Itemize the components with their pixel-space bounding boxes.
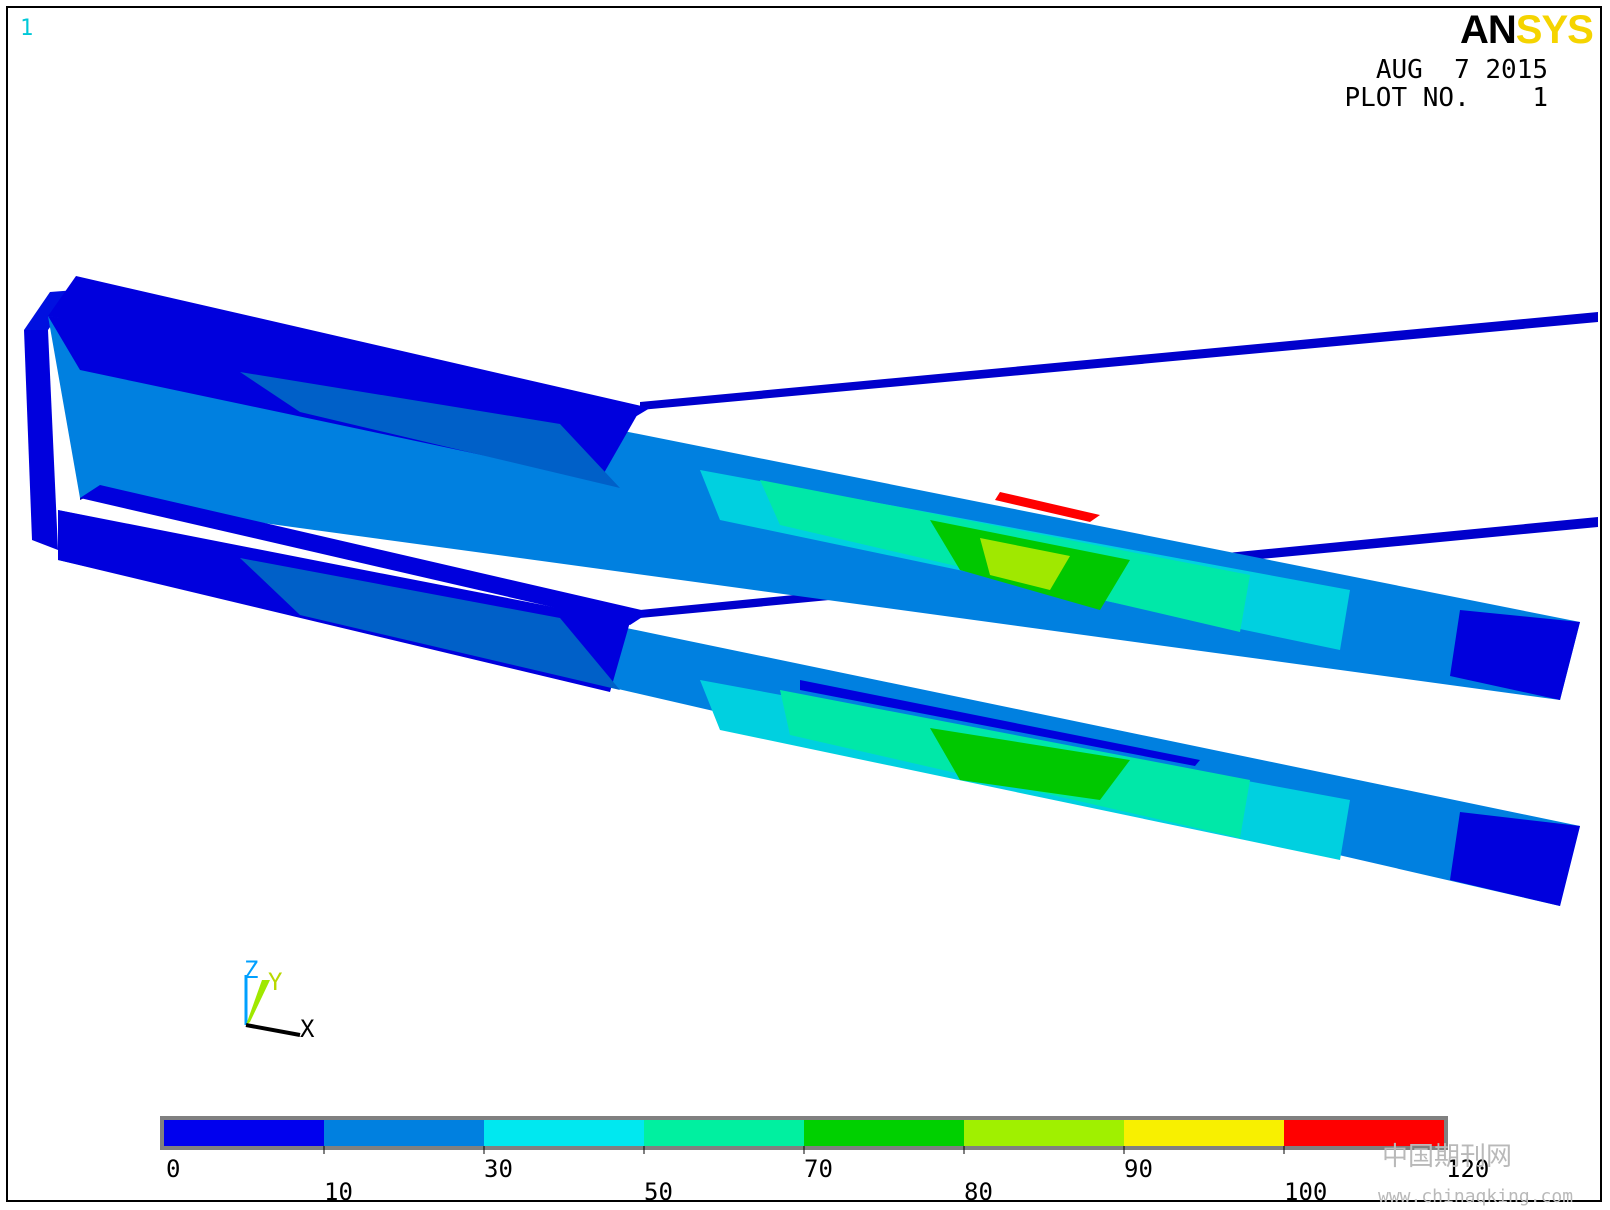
upper-cable (640, 312, 1598, 410)
date-stamp: AUG 7 2015 PLOT NO. 1 (1345, 56, 1549, 112)
triad-z-label: Z (244, 956, 259, 984)
legend-swatch-3 (644, 1120, 804, 1146)
legend-swatch-0 (164, 1120, 324, 1146)
watermark-cn: 中国期刊网 (1382, 1142, 1513, 1172)
legend-label-50: 50 (644, 1178, 673, 1206)
triad-x-label: X (300, 1015, 315, 1043)
watermark-url: www.chinaqking.com (1378, 1186, 1574, 1207)
legend-label-10: 10 (324, 1178, 353, 1206)
x-axis-line (245, 1023, 301, 1037)
legend-swatch-1 (324, 1120, 484, 1146)
legend-swatch-2 (484, 1120, 644, 1146)
plot-number: PLOT NO. 1 (1344, 83, 1549, 113)
legend-label-80: 80 (964, 1178, 993, 1206)
legend-swatch-4 (804, 1120, 964, 1146)
legend-label-0: 0 (166, 1155, 181, 1183)
legend-label-90: 90 (1124, 1155, 1153, 1183)
fea-model-plot (24, 276, 1598, 1154)
date-text: AUG 7 2015 (1375, 55, 1548, 85)
legend-label-30: 30 (484, 1155, 513, 1183)
legend-label-100: 100 (1284, 1178, 1328, 1206)
color-legend (160, 1116, 1448, 1154)
legend-label-70: 70 (804, 1155, 833, 1183)
legend-swatch-5 (964, 1120, 1124, 1146)
end-block-front (24, 330, 58, 550)
lower-right-end (1450, 812, 1580, 906)
y-axis-line (246, 980, 270, 1025)
legend-swatch-6 (1124, 1120, 1284, 1146)
ansys-logo: ANSYS (1460, 8, 1594, 52)
triad-y-label: Y (268, 968, 283, 996)
